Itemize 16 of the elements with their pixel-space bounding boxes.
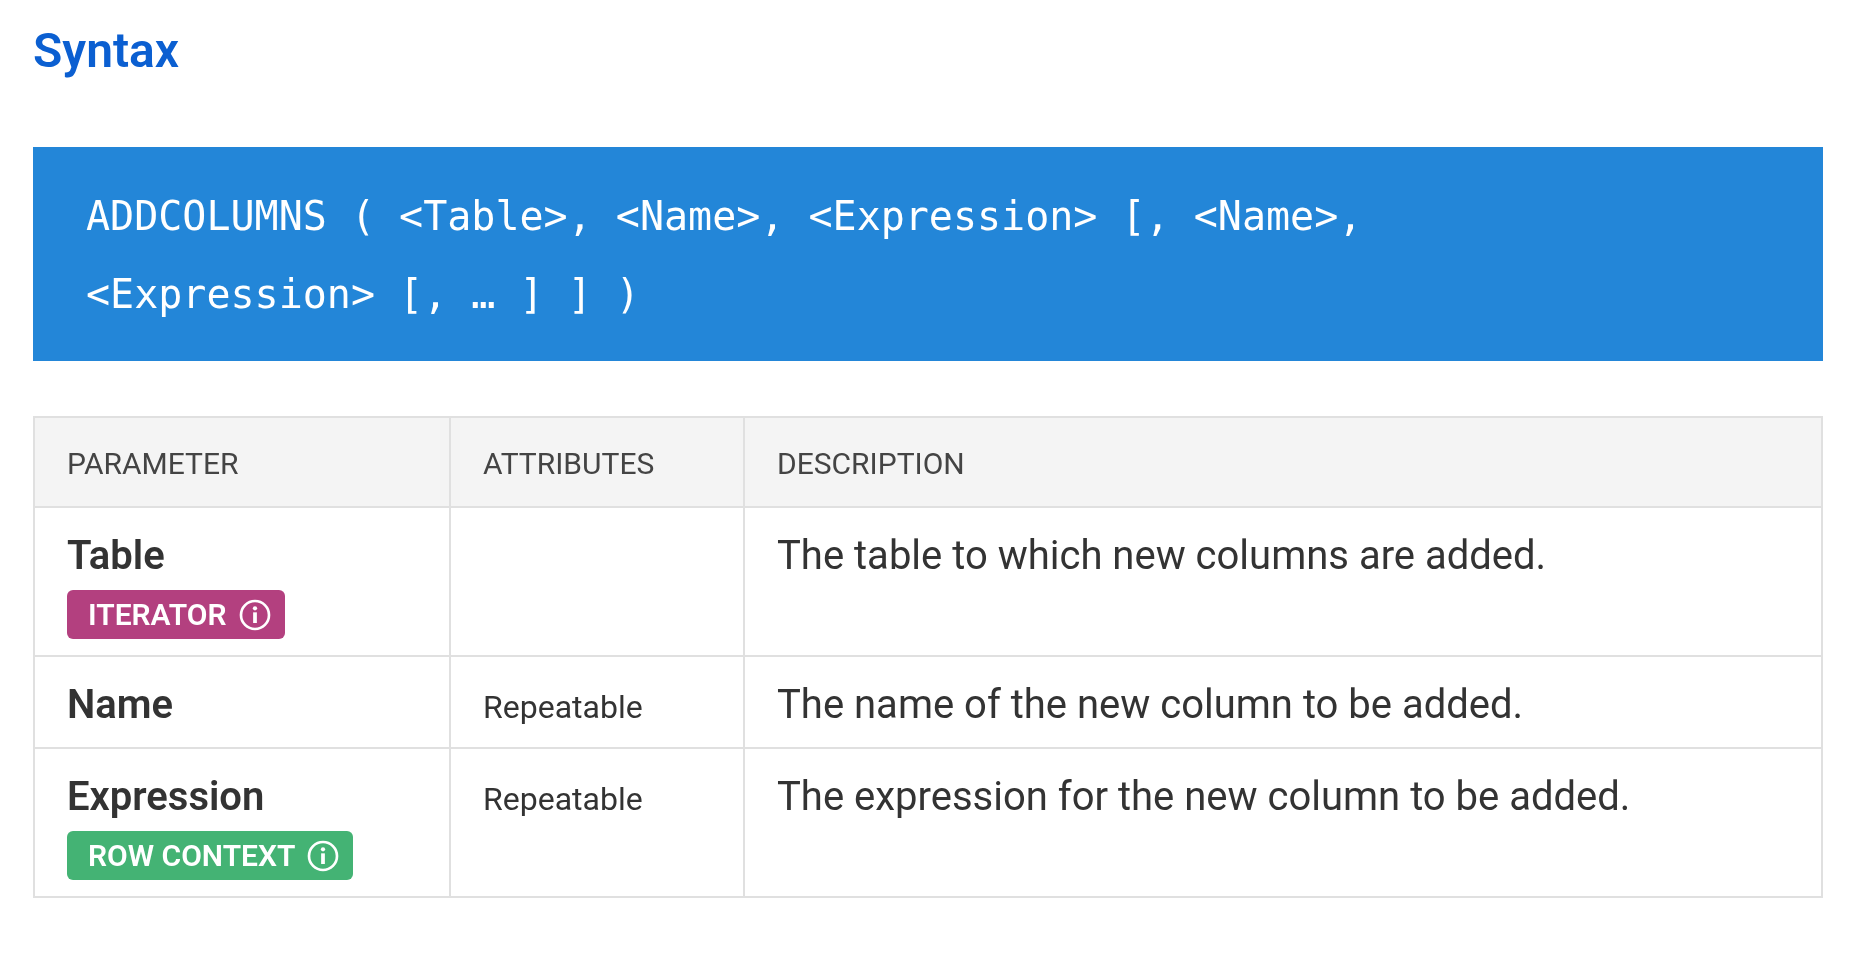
parameter-tag[interactable]: ITERATOR — [67, 590, 285, 639]
info-icon — [238, 598, 271, 631]
description-text: The table to which new columns are added. — [777, 531, 1547, 581]
column-header: PARAMETER — [34, 417, 450, 507]
parameter-name: Expression — [67, 772, 265, 822]
column-header: ATTRIBUTES — [450, 417, 744, 507]
description-text: The expression for the new column to be added. — [777, 772, 1631, 822]
description-text: The name of the new column to be added. — [777, 680, 1524, 730]
attribute-text: Repeatable — [483, 779, 643, 820]
parameter-name: Name — [67, 680, 174, 730]
parameter-name: Table — [67, 531, 165, 581]
syntax-code: ADDCOLUMNS ( <Table>, <Name>, <Expression> [, <Name>, <Expression> [, … ] ] ) — [86, 192, 1364, 319]
info-icon — [307, 839, 340, 872]
attribute-text: Repeatable — [483, 687, 643, 728]
section-heading: Syntax — [33, 21, 180, 81]
column-header: DESCRIPTION — [744, 417, 1822, 507]
